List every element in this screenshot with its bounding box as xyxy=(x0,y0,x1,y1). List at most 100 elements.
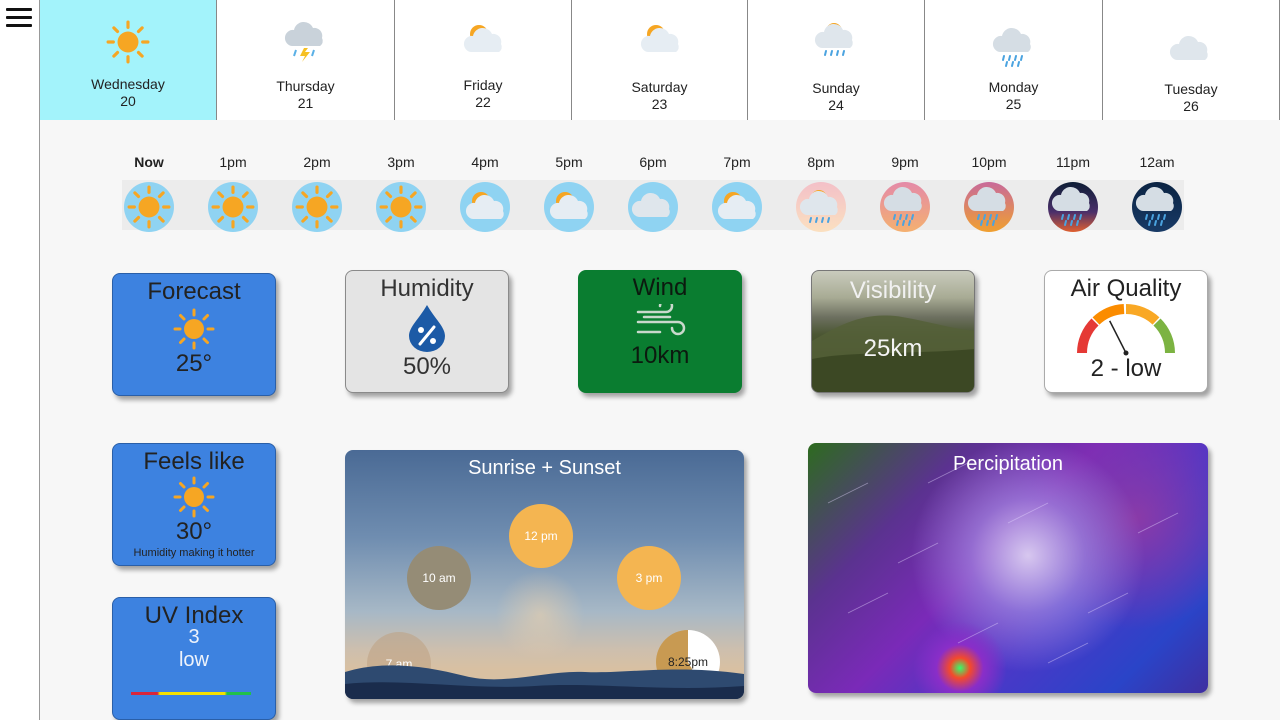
hour-label: 6pm xyxy=(639,154,667,170)
sun-rain-icon xyxy=(814,18,858,67)
air-quality-card[interactable]: Air Quality 2 - low xyxy=(1044,270,1208,393)
hour-label: 11pm xyxy=(1056,154,1090,170)
hour-slot[interactable]: 3pm xyxy=(371,154,431,232)
hour-slot[interactable]: 10pm xyxy=(959,154,1019,232)
forecast-value: 25° xyxy=(175,350,213,377)
rain-icon xyxy=(1048,182,1098,232)
hour-slot[interactable]: Now xyxy=(119,154,179,232)
day-date: 23 xyxy=(651,96,668,112)
main-panel: Now 1pm 2pm 3pm 4pm 5pm 6pm 7pm 8pm 9pm … xyxy=(40,120,1280,720)
feels-like-title: Feels like xyxy=(143,448,245,475)
day-name: Saturday xyxy=(631,79,688,95)
day-name: Thursday xyxy=(276,78,335,94)
hamburger-menu-icon[interactable] xyxy=(6,8,32,32)
day-date: 22 xyxy=(475,94,491,110)
hour-slot[interactable]: 6pm xyxy=(623,154,683,232)
hour-label: 1pm xyxy=(219,154,247,170)
day-date: 25 xyxy=(1005,96,1022,112)
cloud-icon xyxy=(628,182,678,232)
hour-slot[interactable]: 2pm xyxy=(287,154,347,232)
partly-cloudy-icon xyxy=(544,182,594,232)
hour-slot[interactable]: 1pm xyxy=(203,154,263,232)
hour-label: 10pm xyxy=(971,154,1007,170)
sunny-icon xyxy=(173,308,215,350)
feels-like-card[interactable]: Feels like 30° Humidity making it hotter xyxy=(112,443,276,566)
wind-card[interactable]: Wind 10km xyxy=(578,270,742,393)
day-name: Friday xyxy=(463,77,503,93)
humidity-title: Humidity xyxy=(380,275,474,302)
partly-cloudy-icon xyxy=(638,18,682,67)
day-date: 20 xyxy=(120,93,136,109)
rain-icon xyxy=(964,182,1014,232)
sun-rain-icon xyxy=(796,182,846,232)
rain-icon xyxy=(992,26,1036,75)
visibility-title: Visibility xyxy=(849,277,937,304)
sunny-icon xyxy=(173,476,215,518)
forecast-card[interactable]: Forecast 25° xyxy=(112,273,276,396)
uv-index-card[interactable]: UV Index 3 low xyxy=(112,597,276,720)
hour-slot[interactable]: 8pm xyxy=(791,154,851,232)
hour-slot[interactable]: 12am xyxy=(1127,154,1187,232)
day-name: Sunday xyxy=(812,80,860,96)
sun-time-label: 12 pm xyxy=(524,529,558,543)
hour-label: 7pm xyxy=(723,154,751,170)
sidebar xyxy=(0,0,40,720)
visibility-card[interactable]: Visibility 25km xyxy=(811,270,975,393)
sun-time-3pm: 3 pm xyxy=(617,546,681,610)
day-tab-wednesday[interactable]: Wednesday 20 xyxy=(40,0,217,120)
wind-title: Wind xyxy=(632,274,688,301)
hour-label: Now xyxy=(134,154,164,170)
hour-label: 12am xyxy=(1139,154,1175,170)
hour-slot[interactable]: 11pm xyxy=(1043,154,1103,232)
sunny-icon xyxy=(208,182,258,232)
hour-label: 4pm xyxy=(471,154,499,170)
day-tab-friday[interactable]: Friday 22 xyxy=(395,0,572,120)
hour-label: 9pm xyxy=(891,154,919,170)
sun-time-label: 3 pm xyxy=(635,571,663,585)
partly-cloudy-icon xyxy=(461,18,505,67)
hour-label: 3pm xyxy=(387,154,415,170)
hour-label: 5pm xyxy=(555,154,583,170)
sun-time-12pm: 12 pm xyxy=(509,504,573,568)
sun-glow xyxy=(495,570,585,660)
cloud-icon xyxy=(1169,28,1213,77)
visibility-value: 25km xyxy=(863,335,923,362)
sun-time-10am: 10 am xyxy=(407,546,471,610)
radar-map xyxy=(808,443,1208,693)
day-tab-saturday[interactable]: Saturday 23 xyxy=(572,0,748,120)
day-tab-sunday[interactable]: Sunday 24 xyxy=(748,0,925,120)
hour-slot[interactable]: 4pm xyxy=(455,154,515,232)
day-name: Monday xyxy=(988,79,1039,95)
hour-slot[interactable]: 9pm xyxy=(875,154,935,232)
air-quality-title: Air Quality xyxy=(1070,275,1182,302)
day-date: 26 xyxy=(1183,98,1199,114)
hour-slot[interactable]: 5pm xyxy=(539,154,599,232)
uv-index-level: low xyxy=(178,649,209,671)
day-tab-monday[interactable]: Monday 25 xyxy=(925,0,1103,120)
sunrise-sunset-card[interactable]: Sunrise + Sunset 7 am 10 am 12 pm 3 pm 8… xyxy=(345,450,744,699)
hour-slot[interactable]: 7pm xyxy=(707,154,767,232)
hour-label: 8pm xyxy=(807,154,835,170)
humidity-card[interactable]: Humidity 50% xyxy=(345,270,509,393)
partly-cloudy-icon xyxy=(460,182,510,232)
day-name: Tuesday xyxy=(1164,81,1218,97)
forecast-title: Forecast xyxy=(147,278,241,305)
hour-label: 2pm xyxy=(303,154,331,170)
day-tab-tuesday[interactable]: Tuesday 26 xyxy=(1103,0,1280,120)
feels-like-value: 30° xyxy=(175,518,213,545)
precipitation-card[interactable]: Percipitation xyxy=(808,443,1208,693)
day-date: 24 xyxy=(828,97,844,113)
uv-scale-bar xyxy=(131,692,251,695)
day-name: Wednesday xyxy=(91,76,165,92)
sun-time-label: 10 am xyxy=(422,571,456,585)
day-tab-thursday[interactable]: Thursday 21 xyxy=(217,0,395,120)
sunny-icon xyxy=(106,20,150,69)
day-strip: Wednesday 20 Thursday 21 Friday 22 Satur… xyxy=(40,0,1280,120)
hills-silhouette xyxy=(345,650,744,699)
thunderstorm-icon xyxy=(284,20,328,69)
partly-cloudy-icon xyxy=(712,182,762,232)
humidity-drop-icon xyxy=(407,303,447,353)
uv-index-value: 3 xyxy=(188,626,200,648)
rain-icon xyxy=(880,182,930,232)
feels-like-note: Humidity making it hotter xyxy=(133,547,255,559)
